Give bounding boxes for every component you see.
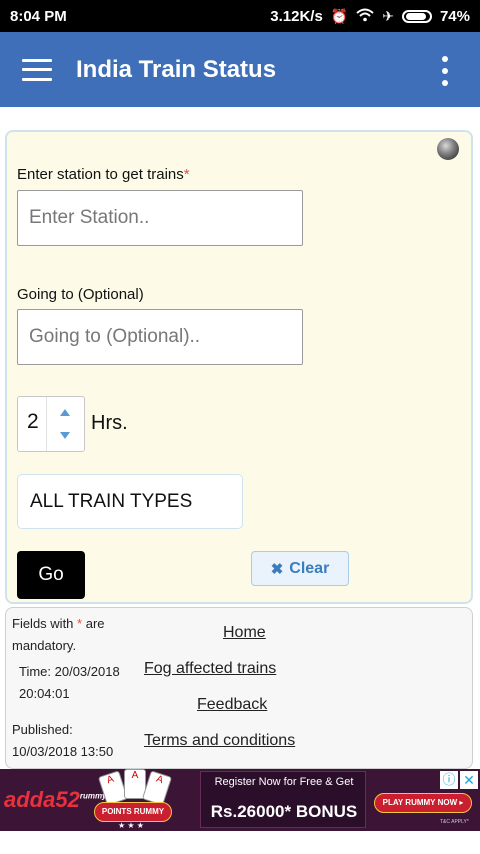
increment-arrow-icon[interactable]	[60, 409, 70, 416]
hours-stepper[interactable]: 2	[17, 396, 85, 452]
ad-info-icon[interactable]: ⓘ	[440, 771, 458, 789]
ad-tc: T&C APPLY*	[440, 819, 469, 825]
info-card: Fields with * are mandatory. Time: 20/03…	[5, 607, 473, 769]
fog-affected-trains-link[interactable]: Fog affected trains	[144, 660, 276, 678]
published-line2: 10/03/2018 13:50	[12, 744, 114, 759]
terms-link[interactable]: Terms and conditions	[144, 732, 295, 750]
feedback-link[interactable]: Feedback	[197, 696, 267, 714]
ad-stars: ★ ★ ★	[118, 821, 144, 830]
mandatory-star: *	[77, 616, 83, 631]
ad-brand-logo: adda52rummy	[4, 787, 107, 813]
more-options-icon[interactable]	[442, 56, 448, 86]
time-line2: 20:04:01	[19, 686, 70, 701]
app-bar: India Train Status	[0, 32, 480, 107]
go-button[interactable]: Go	[17, 551, 85, 599]
ad-offer-box: Register Now for Free & Get Rs.26000* BO…	[200, 771, 366, 828]
app-title: India Train Status	[76, 55, 277, 83]
train-type-select[interactable]: ALL TRAIN TYPES	[17, 474, 243, 529]
alarm-icon: ⏰	[330, 7, 349, 24]
close-icon: ✖	[270, 560, 284, 578]
home-link[interactable]: Home	[223, 624, 266, 642]
status-icons: 3.12K/s ⏰ ✈ 74%	[270, 8, 470, 25]
clear-button[interactable]: ✖ Clear	[251, 551, 349, 586]
stepper-arrows[interactable]	[46, 397, 84, 451]
status-time: 8:04 PM	[10, 7, 67, 25]
mandatory-line2: mandatory.	[12, 638, 77, 653]
search-form-card: Enter station to get trains* Going to (O…	[5, 130, 473, 604]
ad-brand: adda52	[4, 787, 80, 812]
hours-unit-label: Hrs.	[91, 412, 128, 434]
orb-icon[interactable]	[437, 138, 459, 160]
hours-value[interactable]: 2	[27, 410, 39, 434]
status-bar: 8:04 PM 3.12K/s ⏰ ✈ 74%	[0, 0, 480, 32]
ad-headline: Register Now for Free & Get	[214, 776, 354, 788]
time-info: Time: 20/03/2018 20:04:01	[19, 661, 120, 705]
mandatory-pre: Fields with	[12, 616, 74, 631]
station-input[interactable]	[17, 190, 303, 246]
going-to-input[interactable]	[17, 309, 303, 365]
ad-cta-button[interactable]: PLAY RUMMY NOW ▸	[374, 793, 472, 813]
clear-label: Clear	[289, 559, 330, 577]
going-to-label: Going to (Optional)	[17, 286, 144, 303]
airplane-icon: ✈	[382, 7, 394, 24]
published-line1: Published:	[12, 722, 73, 737]
battery-icon	[401, 9, 432, 23]
time-line1: Time: 20/03/2018	[19, 664, 120, 679]
decrement-arrow-icon[interactable]	[60, 432, 70, 439]
wifi-icon	[356, 8, 374, 25]
station-label-text: Enter station to get trains	[17, 166, 184, 183]
ad-bonus: Rs.26000* BONUS	[210, 802, 358, 821]
ad-close-icon[interactable]: ✕	[460, 771, 478, 789]
published-info: Published: 10/03/2018 13:50	[12, 719, 113, 763]
required-mark: *	[183, 166, 190, 183]
ad-banner[interactable]: adda52rummy A A A POINTS RUMMY ★ ★ ★ Reg…	[0, 769, 480, 831]
network-speed: 3.12K/s	[270, 7, 323, 25]
mandatory-note: Fields with * are mandatory.	[12, 613, 105, 657]
station-label: Enter station to get trains*	[17, 166, 190, 183]
mandatory-post: are	[85, 616, 105, 631]
menu-icon[interactable]	[22, 58, 52, 81]
battery-percent: 74%	[439, 7, 470, 25]
ad-points-rummy-badge: POINTS RUMMY	[94, 802, 172, 822]
